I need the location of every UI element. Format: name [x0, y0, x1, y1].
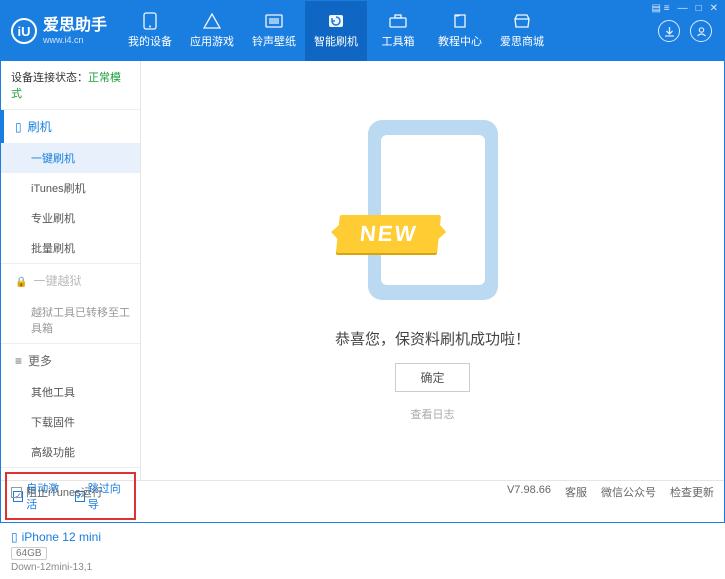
sidebar-item-advanced[interactable]: 高级功能	[1, 437, 140, 467]
section-more-head[interactable]: 更多	[1, 344, 140, 377]
checkbox-block-itunes[interactable]: ✓ 阻止iTunes运行	[11, 484, 103, 500]
close-button[interactable]: ✕	[710, 3, 718, 14]
section-jailbreak-head: 一键越狱	[1, 264, 140, 297]
apps-icon	[202, 13, 222, 29]
nav-ringtone[interactable]: 铃声壁纸	[243, 1, 305, 61]
list-icon	[15, 354, 22, 368]
nav-label: 我的设备	[128, 33, 172, 49]
device-firmware: Down-12mini-13,1	[11, 562, 130, 573]
sidebar-item-oneclick[interactable]: 一键刷机	[1, 143, 140, 173]
refresh-icon	[326, 13, 346, 29]
nav-label: 工具箱	[382, 33, 415, 49]
phone-icon: ▯	[15, 120, 22, 134]
storage-badge: 64GB	[11, 547, 47, 560]
section-flash: ▯ 刷机 一键刷机 iTunes刷机 专业刷机 批量刷机	[1, 110, 140, 264]
download-button[interactable]	[658, 20, 680, 42]
version: V7.98.66	[507, 484, 551, 500]
sidebar-item-other[interactable]: 其他工具	[1, 377, 140, 407]
new-ribbon: NEW	[336, 215, 441, 253]
section-jailbreak: 一键越狱 越狱工具已转移至工具箱	[1, 264, 140, 344]
user-button[interactable]	[690, 20, 712, 42]
nav-store[interactable]: 爱思商城	[491, 1, 553, 61]
nav-label: 铃声壁纸	[252, 33, 296, 49]
logo: iU 爱思助手 www.i4.cn	[1, 1, 119, 61]
sidebar-item-itunes[interactable]: iTunes刷机	[1, 173, 140, 203]
nav-tutorial[interactable]: 教程中心	[429, 1, 491, 61]
support-link[interactable]: 客服	[565, 484, 587, 500]
nav-label: 应用游戏	[190, 33, 234, 49]
check-update-link[interactable]: 检查更新	[670, 484, 714, 500]
sidebar-item-pro[interactable]: 专业刷机	[1, 203, 140, 233]
logo-icon: iU	[11, 18, 37, 44]
main-content: NEW 恭喜您，保资料刷机成功啦！ 确定 查看日志	[141, 61, 724, 480]
check-icon: ✓	[11, 487, 22, 498]
menu-icon[interactable]: ▤ ≡	[652, 3, 670, 14]
success-message: 恭喜您，保资料刷机成功啦！	[335, 328, 530, 349]
phone-screen	[381, 135, 485, 285]
nav: 我的设备 应用游戏 铃声壁纸 智能刷机 工具箱 教程中心 爱思商城	[119, 1, 658, 61]
footer-right: V7.98.66 客服 微信公众号 检查更新	[507, 484, 714, 500]
nav-label: 智能刷机	[314, 33, 358, 49]
lock-icon	[15, 274, 27, 288]
device-name: ▯ iPhone 12 mini	[11, 530, 130, 544]
phone-illustration	[368, 120, 498, 300]
view-log-link[interactable]: 查看日志	[411, 406, 455, 422]
illustration: NEW	[368, 120, 498, 300]
wallpaper-icon	[264, 13, 284, 29]
section-title: 更多	[28, 352, 52, 369]
nav-apps[interactable]: 应用游戏	[181, 1, 243, 61]
nav-device[interactable]: 我的设备	[119, 1, 181, 61]
book-icon	[450, 13, 470, 29]
app-url: www.i4.cn	[43, 35, 107, 45]
minimize-button[interactable]: —	[678, 3, 688, 14]
store-icon	[512, 13, 532, 29]
nav-label: 教程中心	[438, 33, 482, 49]
status-label: 设备连接状态：	[11, 72, 88, 84]
window-controls: ▤ ≡ — □ ✕	[652, 3, 719, 14]
ok-button[interactable]: 确定	[395, 363, 469, 392]
nav-toolbox[interactable]: 工具箱	[367, 1, 429, 61]
header: ▤ ≡ — □ ✕ iU 爱思助手 www.i4.cn 我的设备 应用游戏 铃声…	[1, 1, 724, 61]
jailbreak-note: 越狱工具已转移至工具箱	[1, 297, 140, 343]
sidebar-item-batch[interactable]: 批量刷机	[1, 233, 140, 263]
body: 设备连接状态：正常模式 ▯刷机 一键刷机 iTunes刷机 专业刷机 批量刷机 …	[1, 61, 724, 480]
section-flash-head[interactable]: ▯ 刷机	[1, 110, 140, 143]
phone-icon: ▯	[11, 530, 18, 544]
section-more: 更多 其他工具 下载固件 高级功能	[1, 344, 140, 468]
device-name-text: iPhone 12 mini	[22, 530, 101, 544]
connection-status: 设备连接状态：正常模式	[1, 61, 140, 110]
nav-label: 爱思商城	[500, 33, 544, 49]
wechat-link[interactable]: 微信公众号	[601, 484, 656, 500]
sidebar: 设备连接状态：正常模式 ▯刷机 一键刷机 iTunes刷机 专业刷机 批量刷机 …	[1, 61, 141, 480]
app-name: 爱思助手	[43, 17, 107, 35]
phone-icon	[140, 13, 160, 29]
sidebar-item-download[interactable]: 下载固件	[1, 407, 140, 437]
section-title: 一键越狱	[33, 272, 81, 289]
maximize-button[interactable]: □	[696, 3, 702, 14]
checkbox-label: 阻止iTunes运行	[26, 484, 103, 500]
section-title: 刷机	[28, 118, 52, 135]
nav-flash[interactable]: 智能刷机	[305, 1, 367, 61]
device-info[interactable]: ▯ iPhone 12 mini 64GB Down-12mini-13,1	[1, 524, 140, 579]
toolbox-icon	[388, 13, 408, 29]
